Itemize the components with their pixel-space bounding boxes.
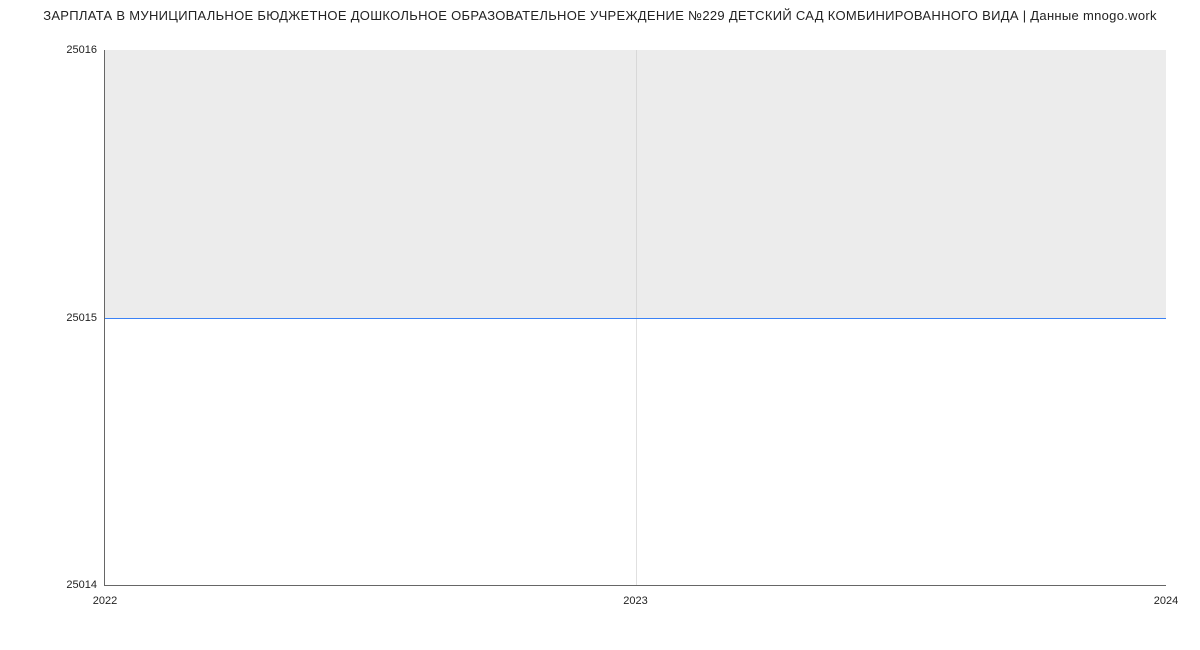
chart-title: ЗАРПЛАТА В МУНИЦИПАЛЬНОЕ БЮДЖЕТНОЕ ДОШКО… <box>0 8 1200 23</box>
y-tick-label: 25014 <box>66 579 97 591</box>
y-tick-label: 25015 <box>66 312 97 324</box>
x-tick-label: 2023 <box>623 595 647 607</box>
x-tick-label: 2022 <box>93 595 117 607</box>
chart-series-line <box>105 318 1166 319</box>
chart-area-fill <box>105 50 1166 318</box>
x-tick-label: 2024 <box>1154 595 1178 607</box>
chart-plot-area: 25016 25015 25014 2022 2023 2024 <box>104 50 1166 586</box>
y-tick-label: 25016 <box>66 44 97 56</box>
